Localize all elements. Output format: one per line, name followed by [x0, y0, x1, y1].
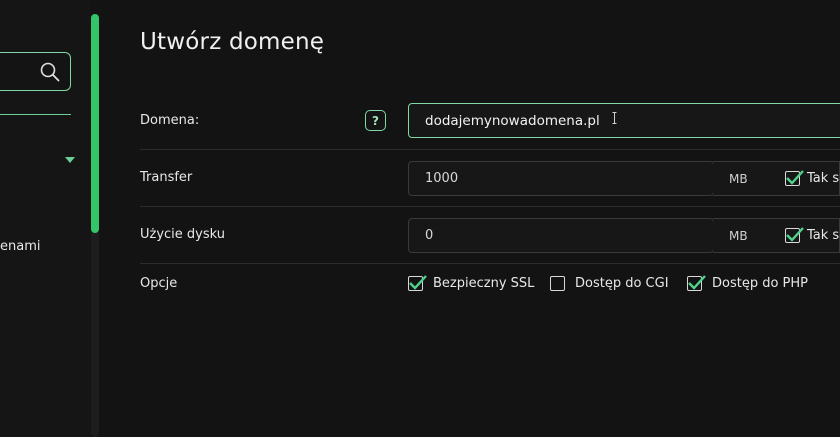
help-button[interactable]: ? — [365, 110, 386, 131]
disk-usage-unit: MB — [713, 218, 764, 253]
disk-unlimited-checkbox[interactable]: Tak s — [763, 218, 840, 253]
disk-usage-unit-label: MB — [729, 228, 748, 243]
text-cursor-icon — [612, 112, 617, 124]
option-php[interactable]: Dostęp do PHP — [687, 275, 809, 291]
checkbox-checked-icon[interactable] — [408, 275, 427, 291]
transfer-unit: MB — [713, 161, 764, 196]
option-cgi[interactable]: Dostęp do CGI — [550, 276, 669, 291]
checkbox-unchecked-icon[interactable] — [550, 276, 565, 291]
options-label: Opcje — [140, 276, 178, 291]
checkbox-checked-icon[interactable] — [785, 227, 804, 243]
option-ssl[interactable]: Bezpieczny SSL — [408, 275, 535, 291]
disk-unlimited-label: Tak s — [807, 228, 840, 243]
domain-input[interactable]: dodajemynowadomena.pl — [408, 103, 840, 138]
sidebar: enami — [0, 0, 91, 437]
domain-label: Domena: — [140, 113, 200, 128]
transfer-input-value: 1000 — [425, 171, 459, 186]
row-divider — [140, 149, 840, 150]
row-divider — [140, 263, 840, 264]
disk-usage-input[interactable]: 0 — [408, 218, 714, 253]
sidebar-item-label[interactable]: enami — [0, 239, 40, 254]
scrollbar-thumb[interactable] — [91, 14, 99, 233]
domain-input-value: dodajemynowadomena.pl — [425, 112, 600, 129]
option-cgi-label: Dostęp do CGI — [575, 276, 669, 291]
row-divider — [140, 206, 840, 207]
transfer-unit-label: MB — [729, 171, 748, 186]
disk-usage-input-value: 0 — [425, 228, 434, 243]
transfer-label: Transfer — [140, 170, 193, 185]
search-input[interactable] — [0, 52, 71, 91]
search-icon[interactable] — [39, 61, 61, 83]
transfer-input[interactable]: 1000 — [408, 161, 714, 196]
disk-usage-label: Użycie dysku — [140, 227, 226, 242]
caret-down-icon[interactable] — [65, 157, 75, 163]
option-ssl-label: Bezpieczny SSL — [433, 276, 535, 291]
sidebar-divider — [0, 114, 71, 115]
page-title: Utwórz domenę — [140, 29, 325, 55]
transfer-unlimited-checkbox[interactable]: Tak s — [763, 161, 840, 196]
checkbox-checked-icon[interactable] — [785, 170, 804, 186]
transfer-unlimited-label: Tak s — [807, 171, 840, 186]
option-php-label: Dostęp do PHP — [712, 276, 809, 291]
checkbox-checked-icon[interactable] — [687, 275, 706, 291]
